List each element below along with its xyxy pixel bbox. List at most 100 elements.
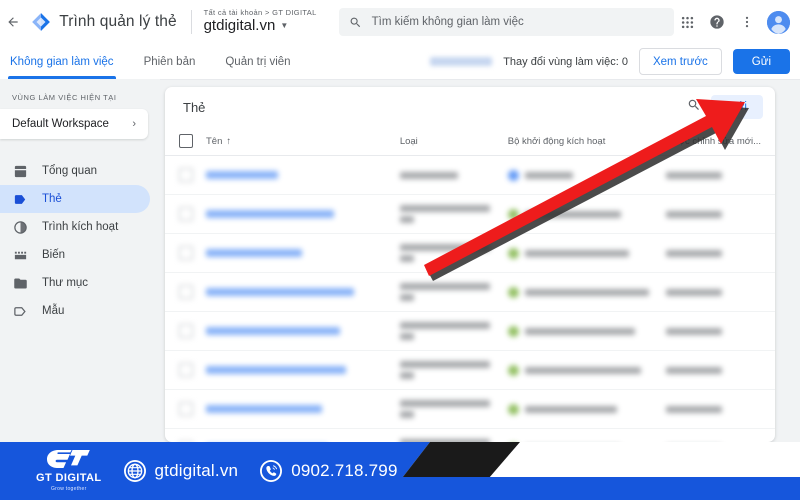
submit-button[interactable]: Gửi	[732, 49, 790, 74]
apps-grid-icon[interactable]	[674, 9, 700, 35]
table-row[interactable]	[165, 273, 775, 312]
trigger-icon	[12, 219, 28, 235]
top-bar: Trình quản lý thẻ Tất cả tài khoản > GT …	[0, 0, 800, 44]
gt-digital-logo: GT DIGITAL Grow together	[36, 450, 102, 492]
tab-workspace[interactable]: Không gian làm việc	[8, 44, 116, 79]
blurred-text	[206, 171, 278, 179]
card-header: Thẻ Mới	[165, 87, 775, 127]
sidebar-item-label: Trình kích hoạt	[42, 221, 119, 233]
select-all-checkbox[interactable]	[179, 134, 193, 148]
sidebar-item-triggers[interactable]: Trình kích hoạt	[0, 213, 150, 241]
blurred-text	[400, 411, 414, 418]
blurred-text	[666, 288, 722, 296]
cell-type	[400, 244, 508, 262]
card-header-actions: Mới	[687, 95, 763, 119]
sidebar-item-tags[interactable]: Thẻ	[0, 185, 150, 213]
blurred-text	[525, 171, 573, 179]
sidebar-item-folders[interactable]: Thư mục	[0, 269, 150, 297]
google-tag-manager-logo[interactable]	[27, 0, 56, 44]
breadcrumb: Tất cả tài khoản > GT DIGITAL	[203, 8, 317, 18]
cell-name[interactable]	[193, 405, 400, 413]
blurred-text	[400, 322, 490, 329]
row-checkbox[interactable]	[179, 207, 193, 221]
table-row[interactable]	[165, 195, 775, 234]
row-checkbox[interactable]	[179, 168, 193, 182]
sidebar-item-label: Thẻ	[42, 193, 62, 205]
search-input[interactable]: Tìm kiếm không gian làm việc	[338, 8, 675, 36]
sidebar-item-variables[interactable]: Biến	[0, 241, 150, 269]
blurred-text	[525, 405, 617, 413]
divider	[190, 10, 192, 34]
user-avatar[interactable]	[767, 10, 791, 34]
blurred-text	[206, 249, 302, 257]
trigger-status-dot	[508, 364, 519, 376]
brand-name: GT DIGITAL	[36, 472, 102, 484]
blurred-text	[400, 283, 490, 290]
new-tag-button[interactable]: Mới	[711, 95, 763, 119]
cell-name[interactable]	[193, 210, 400, 218]
row-checkbox[interactable]	[179, 285, 193, 299]
blurred-text	[525, 327, 635, 335]
table-row[interactable]	[165, 351, 775, 390]
trigger-status-dot	[508, 247, 519, 259]
blurred-text	[400, 400, 490, 407]
blurred-text	[400, 255, 414, 262]
row-checkbox[interactable]	[179, 402, 193, 416]
more-vertical-icon[interactable]	[734, 9, 760, 35]
cell-trigger	[508, 247, 666, 259]
help-icon[interactable]	[704, 9, 730, 35]
tab-bar-actions: Thay đổi vùng làm việc: 0 Xem trước Gửi	[430, 48, 800, 75]
table-row[interactable]	[165, 390, 775, 429]
preview-button[interactable]: Xem trước	[638, 48, 722, 75]
cell-trigger	[508, 364, 666, 376]
column-header-name[interactable]: Tên	[206, 136, 222, 147]
blurred-text	[666, 366, 722, 374]
tab-admin[interactable]: Quản trị viên	[223, 44, 292, 79]
cell-modified	[666, 327, 722, 335]
cell-name[interactable]	[193, 249, 400, 257]
blurred-text	[525, 288, 649, 296]
bottom-banner: GT DIGITAL Grow together gtdigital.vn 09…	[0, 442, 800, 500]
cell-type	[400, 361, 508, 379]
blurred-text	[666, 210, 722, 218]
workspace-selector[interactable]: Default Workspace ›	[0, 109, 148, 139]
search-icon[interactable]	[687, 98, 701, 117]
row-checkbox[interactable]	[179, 363, 193, 377]
folder-icon	[12, 275, 28, 291]
table-row[interactable]	[165, 234, 775, 273]
sort-ascending-arrow: ↑	[226, 135, 232, 147]
tab-versions[interactable]: Phiên bản	[142, 44, 198, 79]
overview-icon	[12, 163, 28, 179]
search-placeholder: Tìm kiếm không gian làm việc	[371, 16, 524, 28]
tags-card: Thẻ Mới Tên ↑ Loại Bộ khởi động kích hoạ…	[165, 87, 775, 442]
sidebar-item-templates[interactable]: Mẫu	[0, 297, 150, 325]
workspace-name: Default Workspace	[12, 118, 109, 130]
template-icon	[12, 303, 28, 319]
cell-modified	[666, 288, 722, 296]
cell-name[interactable]	[193, 366, 400, 374]
blurred-text	[400, 333, 414, 340]
row-checkbox[interactable]	[179, 324, 193, 338]
variables-icon	[12, 247, 28, 263]
banner-website: gtdigital.vn	[123, 460, 239, 482]
back-arrow-icon[interactable]	[0, 0, 27, 44]
column-header-trigger[interactable]: Bộ khởi động kích hoạt	[508, 136, 666, 147]
blurred-text	[400, 372, 414, 379]
sidebar-nav: Tổng quan Thẻ Trình kích hoạt Biến Thư m…	[0, 157, 160, 325]
column-header-modified[interactable]: Được chỉnh sửa mới...	[666, 136, 761, 147]
sidebar-item-label: Thư mục	[42, 277, 89, 289]
table-row[interactable]	[165, 312, 775, 351]
table-row[interactable]	[165, 429, 775, 442]
sidebar-item-label: Biến	[42, 249, 66, 261]
cell-name[interactable]	[193, 327, 400, 335]
column-header-type[interactable]: Loại	[400, 136, 508, 147]
cell-type	[400, 322, 508, 340]
blurred-text	[400, 361, 490, 368]
cell-name[interactable]	[193, 288, 400, 296]
blurred-text	[525, 210, 621, 218]
cell-name[interactable]	[193, 171, 400, 179]
table-row[interactable]	[165, 156, 775, 195]
account-selector[interactable]: Tất cả tài khoản > GT DIGITAL gtdigital.…	[203, 8, 317, 35]
sidebar-item-overview[interactable]: Tổng quan	[0, 157, 150, 185]
row-checkbox[interactable]	[179, 246, 193, 260]
